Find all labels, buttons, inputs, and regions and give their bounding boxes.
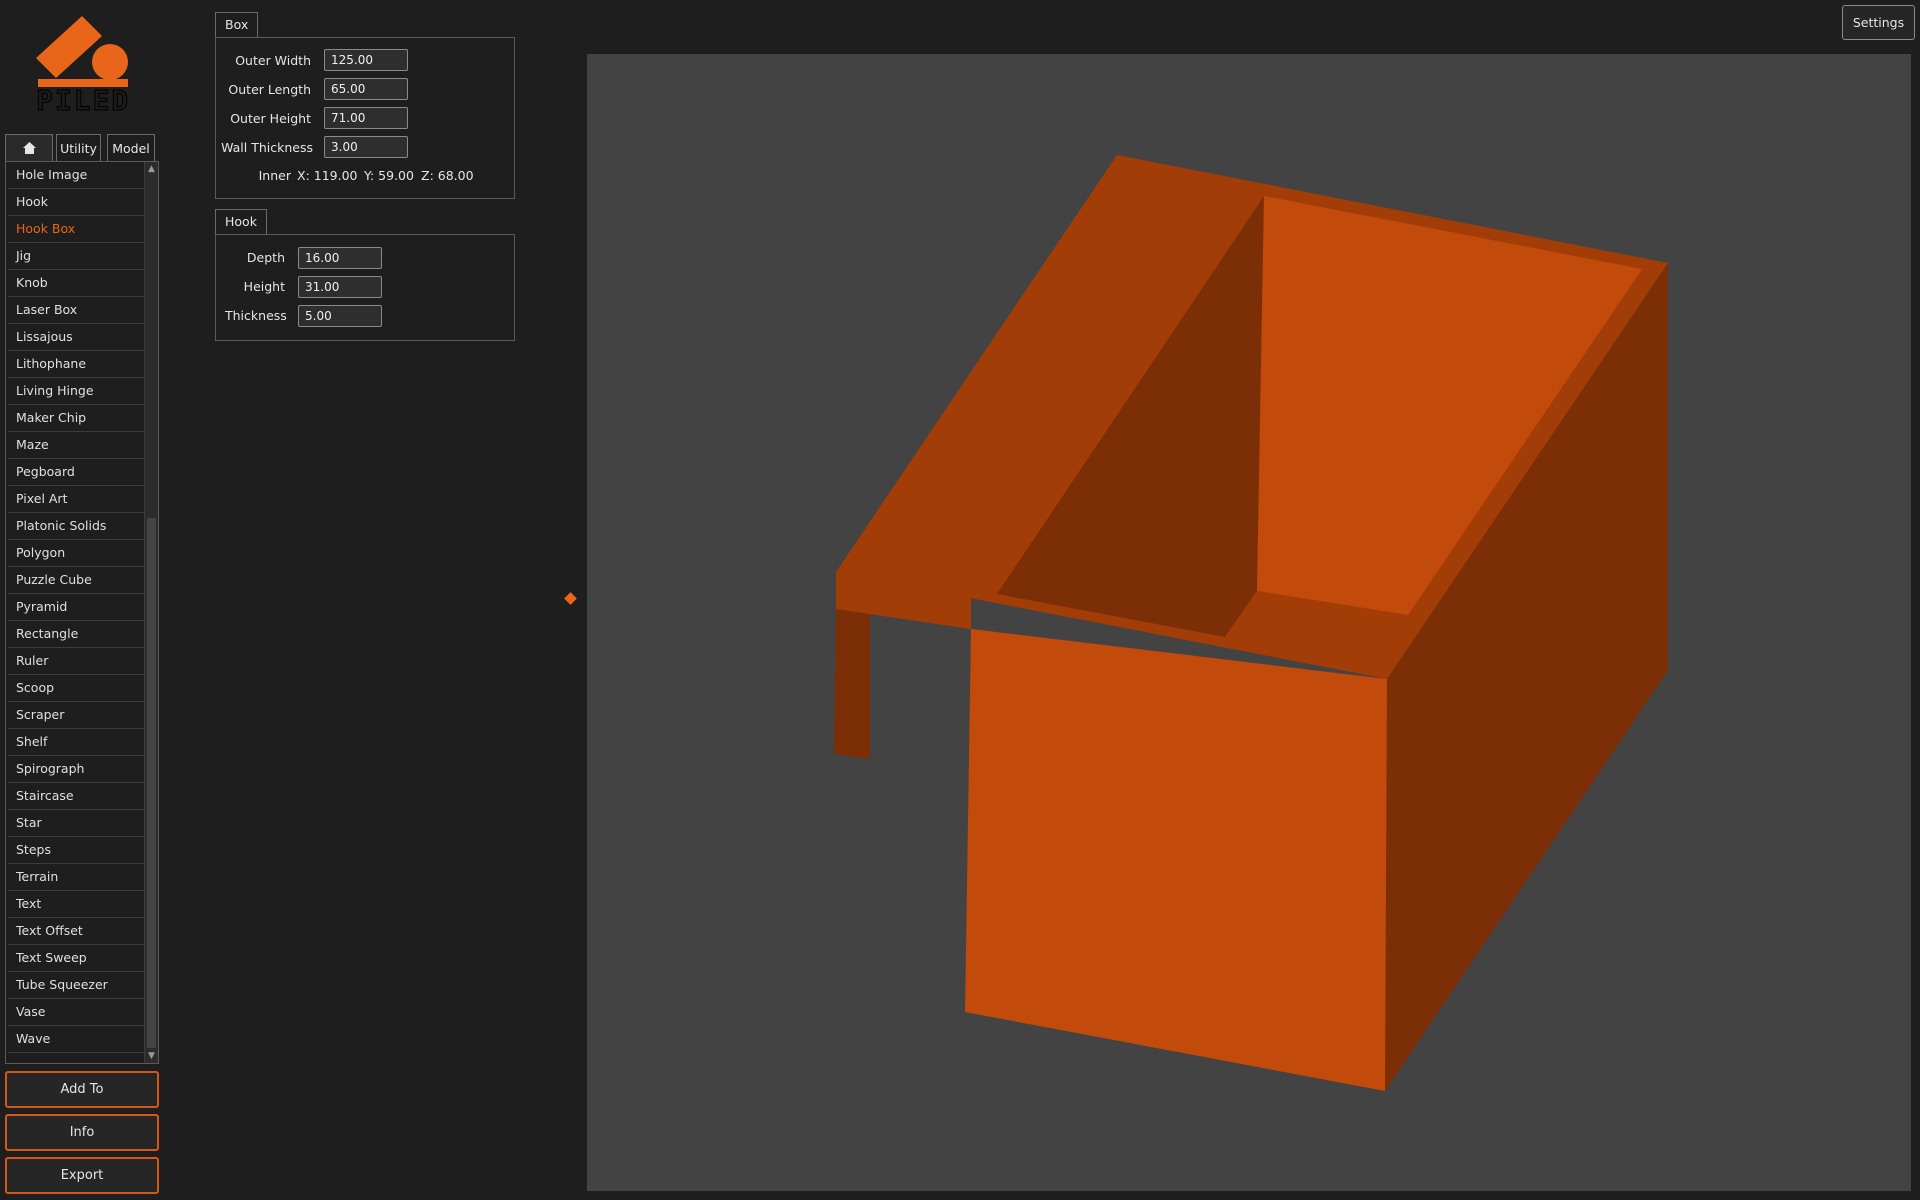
height-field[interactable] (298, 276, 382, 298)
model-list-item[interactable]: Laser Box (8, 297, 144, 324)
outer-width-field[interactable] (324, 49, 408, 71)
hook-box-model (834, 155, 1668, 1091)
model-list-item[interactable]: Knob (8, 270, 144, 297)
model-list-item[interactable]: Text (8, 891, 144, 918)
model-list-item[interactable]: Tube Squeezer (8, 972, 144, 999)
model-list: Hole Image Hook Hook Box Jig Knob Laser Box Li… (6, 162, 146, 1053)
model-list-panel: Hole Image Hook Hook Box Jig Knob Laser Box Li… (5, 161, 159, 1064)
model-list-item[interactable]: Text Sweep (8, 945, 144, 972)
scroll-thumb[interactable] (147, 518, 156, 1048)
model-list-item[interactable]: Text Offset (8, 918, 144, 945)
wall-thickness-label: Wall Thickness (221, 140, 313, 155)
model-list-item[interactable]: Puzzle Cube (8, 567, 144, 594)
add-to-button[interactable]: Add To (5, 1071, 159, 1108)
inner-y-value: Y: 59.00 (364, 168, 414, 183)
model-list-item[interactable]: Star (8, 810, 144, 837)
model-list-item[interactable]: Maze (8, 432, 144, 459)
thickness-field[interactable] (298, 305, 382, 327)
3d-viewport[interactable] (587, 54, 1911, 1191)
scrollbar[interactable]: ▲ ▼ (144, 162, 158, 1063)
export-button[interactable]: Export (5, 1157, 159, 1194)
tab-utility[interactable]: Utility (56, 134, 101, 161)
settings-button[interactable]: Settings (1842, 5, 1915, 40)
model-list-item[interactable]: Polygon (8, 540, 144, 567)
model-list-item[interactable]: Wave (8, 1026, 144, 1053)
model-list-item[interactable]: Vase (8, 999, 144, 1026)
model-list-item[interactable]: Terrain (8, 864, 144, 891)
tab-home[interactable] (5, 134, 53, 161)
model-hook-wall (834, 609, 870, 759)
depth-label: Depth (246, 250, 285, 265)
tab-model[interactable]: Model (107, 134, 155, 161)
model-list-item[interactable]: Living Hinge (8, 378, 144, 405)
model-list-item[interactable]: Ruler (8, 648, 144, 675)
outer-length-label: Outer Length (228, 82, 311, 97)
model-list-item[interactable]: Jig (8, 243, 144, 270)
model-list-item[interactable]: Staircase (8, 783, 144, 810)
viewport-pivot-handle[interactable] (564, 592, 577, 605)
depth-field[interactable] (298, 247, 382, 269)
logo-text: PILED (36, 84, 131, 117)
wall-thickness-field[interactable] (324, 136, 408, 158)
box-group-title: Box (215, 12, 259, 37)
outer-height-label: Outer Height (230, 111, 311, 126)
scroll-up-arrow-icon[interactable]: ▲ (145, 162, 158, 176)
model-list-item[interactable]: Pyramid (8, 594, 144, 621)
hook-group-title: Hook (215, 209, 267, 234)
outer-width-label: Outer Width (235, 53, 311, 68)
model-list-item[interactable]: Hook Box (8, 216, 144, 243)
model-list-item[interactable]: Lissajous (8, 324, 144, 351)
model-list-item[interactable]: Shelf (8, 729, 144, 756)
model-list-item[interactable]: Scoop (8, 675, 144, 702)
outer-height-field[interactable] (324, 107, 408, 129)
model-list-item[interactable]: Pixel Art (8, 486, 144, 513)
inner-label: Inner (258, 168, 291, 183)
model-list-item[interactable]: Spirograph (8, 756, 144, 783)
model-list-item[interactable]: Hole Image (8, 162, 144, 189)
model-list-item[interactable]: Steps (8, 837, 144, 864)
model-list-item[interactable]: Maker Chip (8, 405, 144, 432)
home-icon (22, 142, 36, 154)
inner-x-value: X: 119.00 (297, 168, 358, 183)
info-button[interactable]: Info (5, 1114, 159, 1151)
model-list-item[interactable]: Lithophane (8, 351, 144, 378)
outer-length-field[interactable] (324, 78, 408, 100)
scroll-down-arrow-icon[interactable]: ▼ (145, 1049, 158, 1063)
model-list-item[interactable]: Hook (8, 189, 144, 216)
model-front-wall (965, 629, 1387, 1091)
model-list-item[interactable]: Pegboard (8, 459, 144, 486)
thickness-label: Thickness (225, 308, 287, 323)
model-list-item[interactable]: Scraper (8, 702, 144, 729)
model-list-item[interactable]: Rectangle (8, 621, 144, 648)
inner-z-value: Z: 68.00 (421, 168, 474, 183)
model-list-item[interactable]: Platonic Solids (8, 513, 144, 540)
height-label: Height (243, 279, 285, 294)
